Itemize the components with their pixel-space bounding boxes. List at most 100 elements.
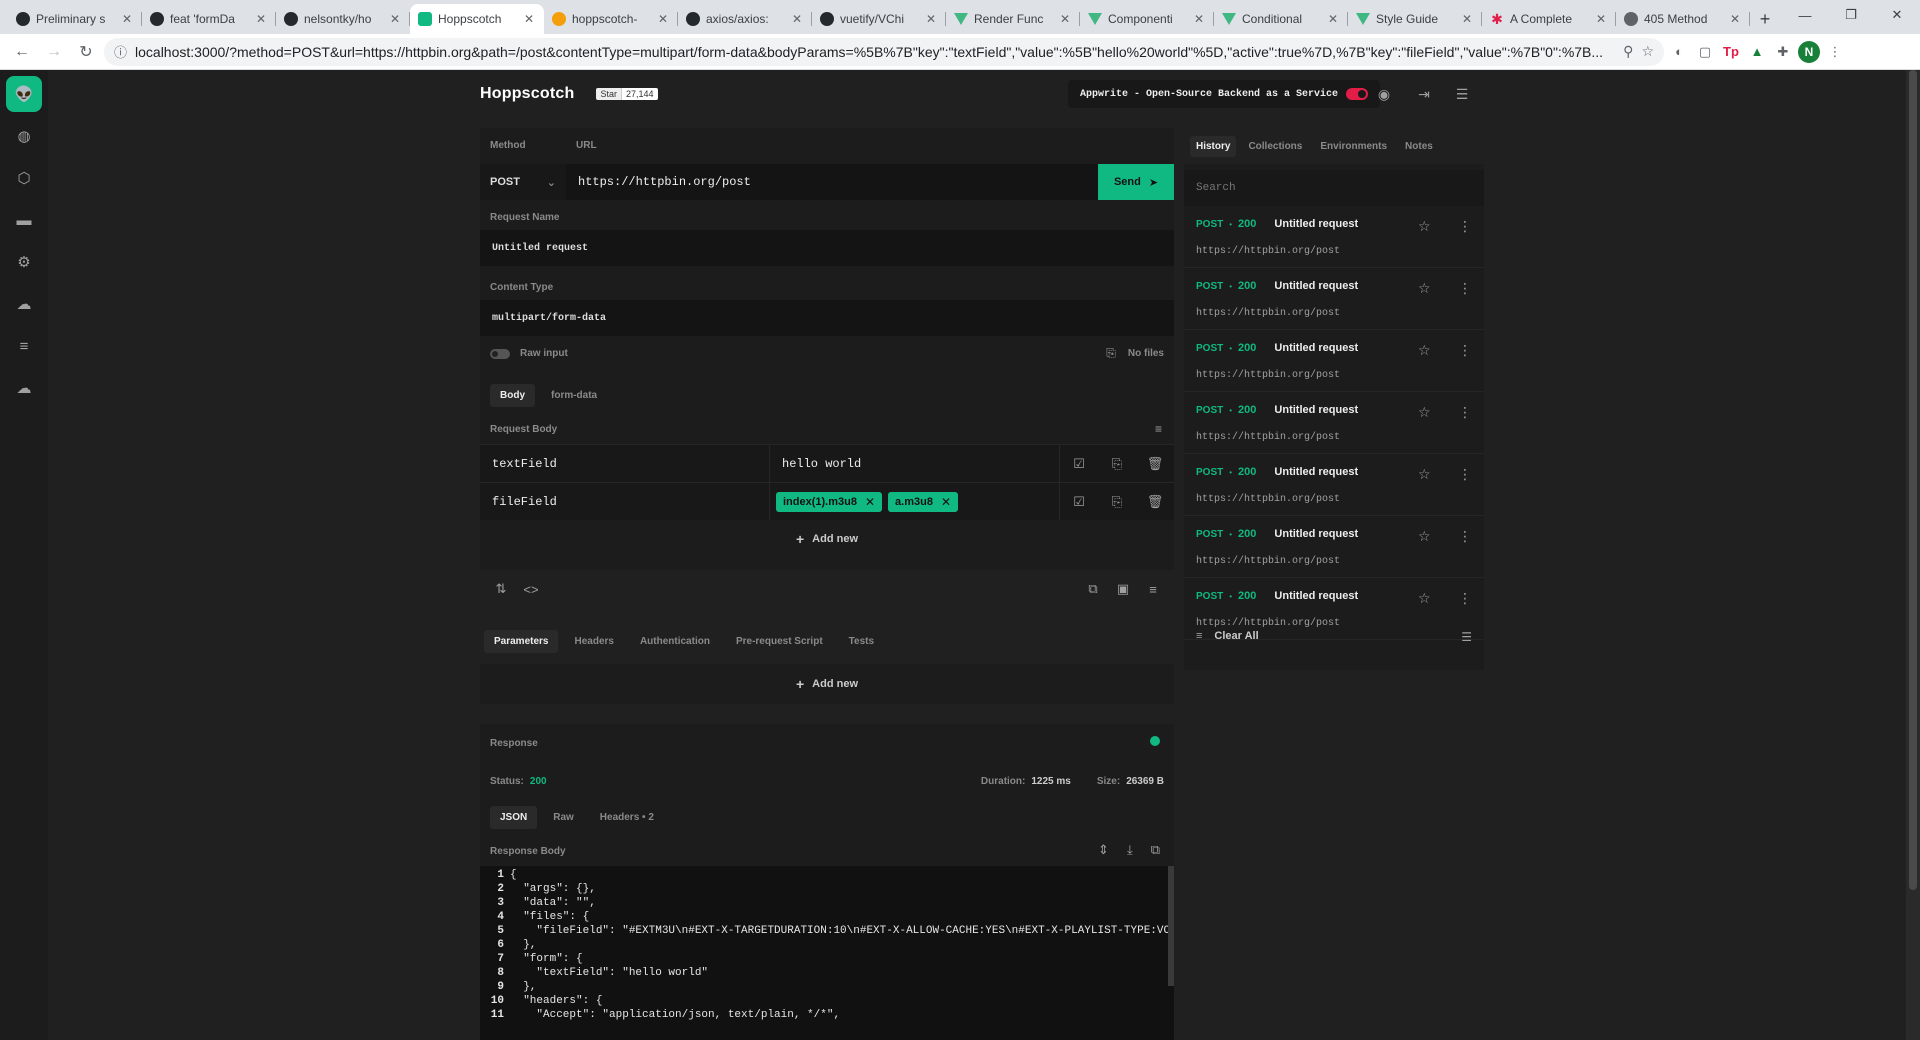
method-select[interactable]: POST ⌄ xyxy=(480,164,566,200)
remove-file-icon[interactable]: ✕ xyxy=(865,495,875,509)
close-tab-icon[interactable]: ✕ xyxy=(656,12,670,26)
promo-toggle[interactable] xyxy=(1346,88,1369,100)
add-new-parameter-button[interactable]: + Add new xyxy=(480,667,1174,701)
history-item[interactable]: POST • 200 Untitled request https://http… xyxy=(1184,454,1484,516)
tab-pre-request-script[interactable]: Pre-request Script xyxy=(726,630,833,653)
browser-tab[interactable]: Hoppscotch ✕ xyxy=(410,4,544,34)
nav-settings-icon[interactable]: ⚙ xyxy=(6,244,42,280)
close-tab-icon[interactable]: ✕ xyxy=(1192,12,1206,26)
browser-tab[interactable]: ✱ A Complete ✕ xyxy=(1482,4,1616,34)
close-tab-icon[interactable]: ✕ xyxy=(522,12,536,26)
star-icon[interactable]: ☆ xyxy=(1418,528,1431,545)
extension-icon[interactable]: ▲ xyxy=(1746,41,1768,63)
form-key[interactable]: fileField xyxy=(480,482,770,521)
star-icon[interactable]: ☆ xyxy=(1418,466,1431,483)
history-item[interactable]: POST • 200 Untitled request https://http… xyxy=(1184,330,1484,392)
extension-icon[interactable]: ▢ xyxy=(1694,41,1716,63)
remove-file-icon[interactable]: ✕ xyxy=(941,495,951,509)
tab-raw[interactable]: Raw xyxy=(543,806,584,829)
clear-all-history-button[interactable]: ≡ Clear All xyxy=(1196,630,1259,642)
sort-icon[interactable]: ☰ xyxy=(1461,630,1472,644)
tab-form-data[interactable]: form-data xyxy=(541,384,607,407)
history-item[interactable]: POST • 200 Untitled request https://http… xyxy=(1184,516,1484,578)
star-icon[interactable]: ☆ xyxy=(1418,590,1431,607)
browser-tab[interactable]: feat 'formDa ✕ xyxy=(142,4,276,34)
tab-body[interactable]: Body xyxy=(490,384,535,407)
checkbox-icon[interactable]: ☑ xyxy=(1060,445,1098,483)
browser-tab[interactable]: Render Func ✕ xyxy=(946,4,1080,34)
extensions-puzzle-icon[interactable]: ✚ xyxy=(1772,41,1794,63)
raw-input-toggle[interactable]: Raw input xyxy=(490,348,568,359)
nav-cloud-icon[interactable]: ☁ xyxy=(6,286,42,322)
swap-icon[interactable]: ⇅ xyxy=(486,574,516,604)
attach-icon[interactable]: ⎘ xyxy=(1098,445,1136,483)
copy-icon[interactable]: ⧉ xyxy=(1151,842,1160,858)
more-options-icon[interactable]: ⋮ xyxy=(1458,404,1472,421)
menu-icon[interactable]: ☰ xyxy=(1452,84,1472,104)
nav-folder-icon[interactable]: ▬ xyxy=(6,202,42,238)
star-icon[interactable]: ☆ xyxy=(1418,218,1431,235)
close-tab-icon[interactable]: ✕ xyxy=(1594,12,1608,26)
attach-icon[interactable]: ⎘ xyxy=(1098,483,1136,521)
form-value[interactable]: hello world xyxy=(770,444,1060,483)
paperclip-icon[interactable]: ⎘ xyxy=(1106,346,1116,361)
content-type-input[interactable]: multipart/form-data xyxy=(480,300,1174,336)
zoom-icon[interactable]: ⚲ xyxy=(1623,43,1633,60)
profile-avatar[interactable]: N xyxy=(1798,40,1820,63)
close-tab-icon[interactable]: ✕ xyxy=(1460,12,1474,26)
code-icon[interactable]: <> xyxy=(516,574,546,604)
tab-response-headers[interactable]: Headers • 2 xyxy=(590,806,664,829)
tab-history[interactable]: History xyxy=(1190,135,1237,157)
response-code-view[interactable]: 1{2 "args": {}, 3 "data": "", 4 "files": {… xyxy=(480,866,1174,1040)
history-search-input[interactable] xyxy=(1184,170,1484,206)
nav-graphql-icon[interactable]: ⬡ xyxy=(6,160,42,196)
copy-icon[interactable]: ⧉ xyxy=(1078,574,1108,604)
app-logo[interactable]: Hoppscotch xyxy=(480,85,574,103)
tab-authentication[interactable]: Authentication xyxy=(630,630,720,653)
github-star-badge[interactable]: Star 27,144 xyxy=(596,88,658,100)
tab-parameters[interactable]: Parameters xyxy=(484,630,559,653)
more-options-icon[interactable]: ⋮ xyxy=(1458,280,1472,297)
nav-globe-icon[interactable]: ◍ xyxy=(6,118,42,154)
browser-menu-icon[interactable]: ⋮ xyxy=(1824,41,1846,63)
tab-notes[interactable]: Notes xyxy=(1399,136,1439,157)
forward-icon[interactable]: → xyxy=(40,38,68,66)
clear-body-icon[interactable]: ≡ xyxy=(1155,422,1162,436)
browser-tab[interactable]: vuetify/VChi ✕ xyxy=(812,4,946,34)
url-input[interactable]: https://httpbin.org/post xyxy=(566,164,1098,200)
download-icon[interactable]: ⤓ xyxy=(1127,842,1133,858)
form-key[interactable]: textField xyxy=(480,444,770,483)
tab-environments[interactable]: Environments xyxy=(1314,136,1393,157)
delete-icon[interactable]: 🗑 xyxy=(1136,483,1174,521)
delete-icon[interactable]: 🗑 xyxy=(1136,445,1174,483)
page-scrollbar[interactable] xyxy=(1906,70,1920,1040)
back-icon[interactable]: ← xyxy=(8,38,36,66)
nav-doc-icon[interactable]: ≡ xyxy=(6,328,42,364)
browser-tab[interactable]: hoppscotch- ✕ xyxy=(544,4,678,34)
close-tab-icon[interactable]: ✕ xyxy=(1326,12,1340,26)
expand-icon[interactable]: ⇕ xyxy=(1098,842,1109,858)
extension-icon[interactable]: Tp xyxy=(1720,41,1742,63)
browser-tab[interactable]: nelsontky/ho ✕ xyxy=(276,4,410,34)
request-name-input[interactable]: Untitled request xyxy=(480,230,1174,266)
more-options-icon[interactable]: ⋮ xyxy=(1458,528,1472,545)
more-options-icon[interactable]: ⋮ xyxy=(1458,590,1472,607)
tab-collections[interactable]: Collections xyxy=(1242,136,1308,157)
close-tab-icon[interactable]: ✕ xyxy=(924,12,938,26)
more-options-icon[interactable]: ⋮ xyxy=(1458,466,1472,483)
minimize-icon[interactable]: — xyxy=(1782,0,1828,30)
browser-tab[interactable]: Style Guide ✕ xyxy=(1348,4,1482,34)
checkbox-icon[interactable]: ☑ xyxy=(1060,483,1098,521)
address-url[interactable]: localhost:3000/?method=POST&url=https://… xyxy=(135,44,1615,60)
reload-icon[interactable]: ↻ xyxy=(72,38,100,66)
tab-headers[interactable]: Headers xyxy=(564,630,623,653)
more-options-icon[interactable]: ⋮ xyxy=(1458,218,1472,235)
close-tab-icon[interactable]: ✕ xyxy=(1058,12,1072,26)
nav-cloud-upload-icon[interactable]: ☁ xyxy=(6,370,42,406)
add-new-param-button[interactable]: + Add new xyxy=(480,522,1174,556)
toggle-icon[interactable] xyxy=(490,348,510,359)
close-tab-icon[interactable]: ✕ xyxy=(1728,12,1742,26)
info-icon[interactable]: ⓘ xyxy=(114,42,127,61)
bookmark-star-icon[interactable]: ☆ xyxy=(1641,43,1654,60)
star-icon[interactable]: ☆ xyxy=(1418,404,1431,421)
